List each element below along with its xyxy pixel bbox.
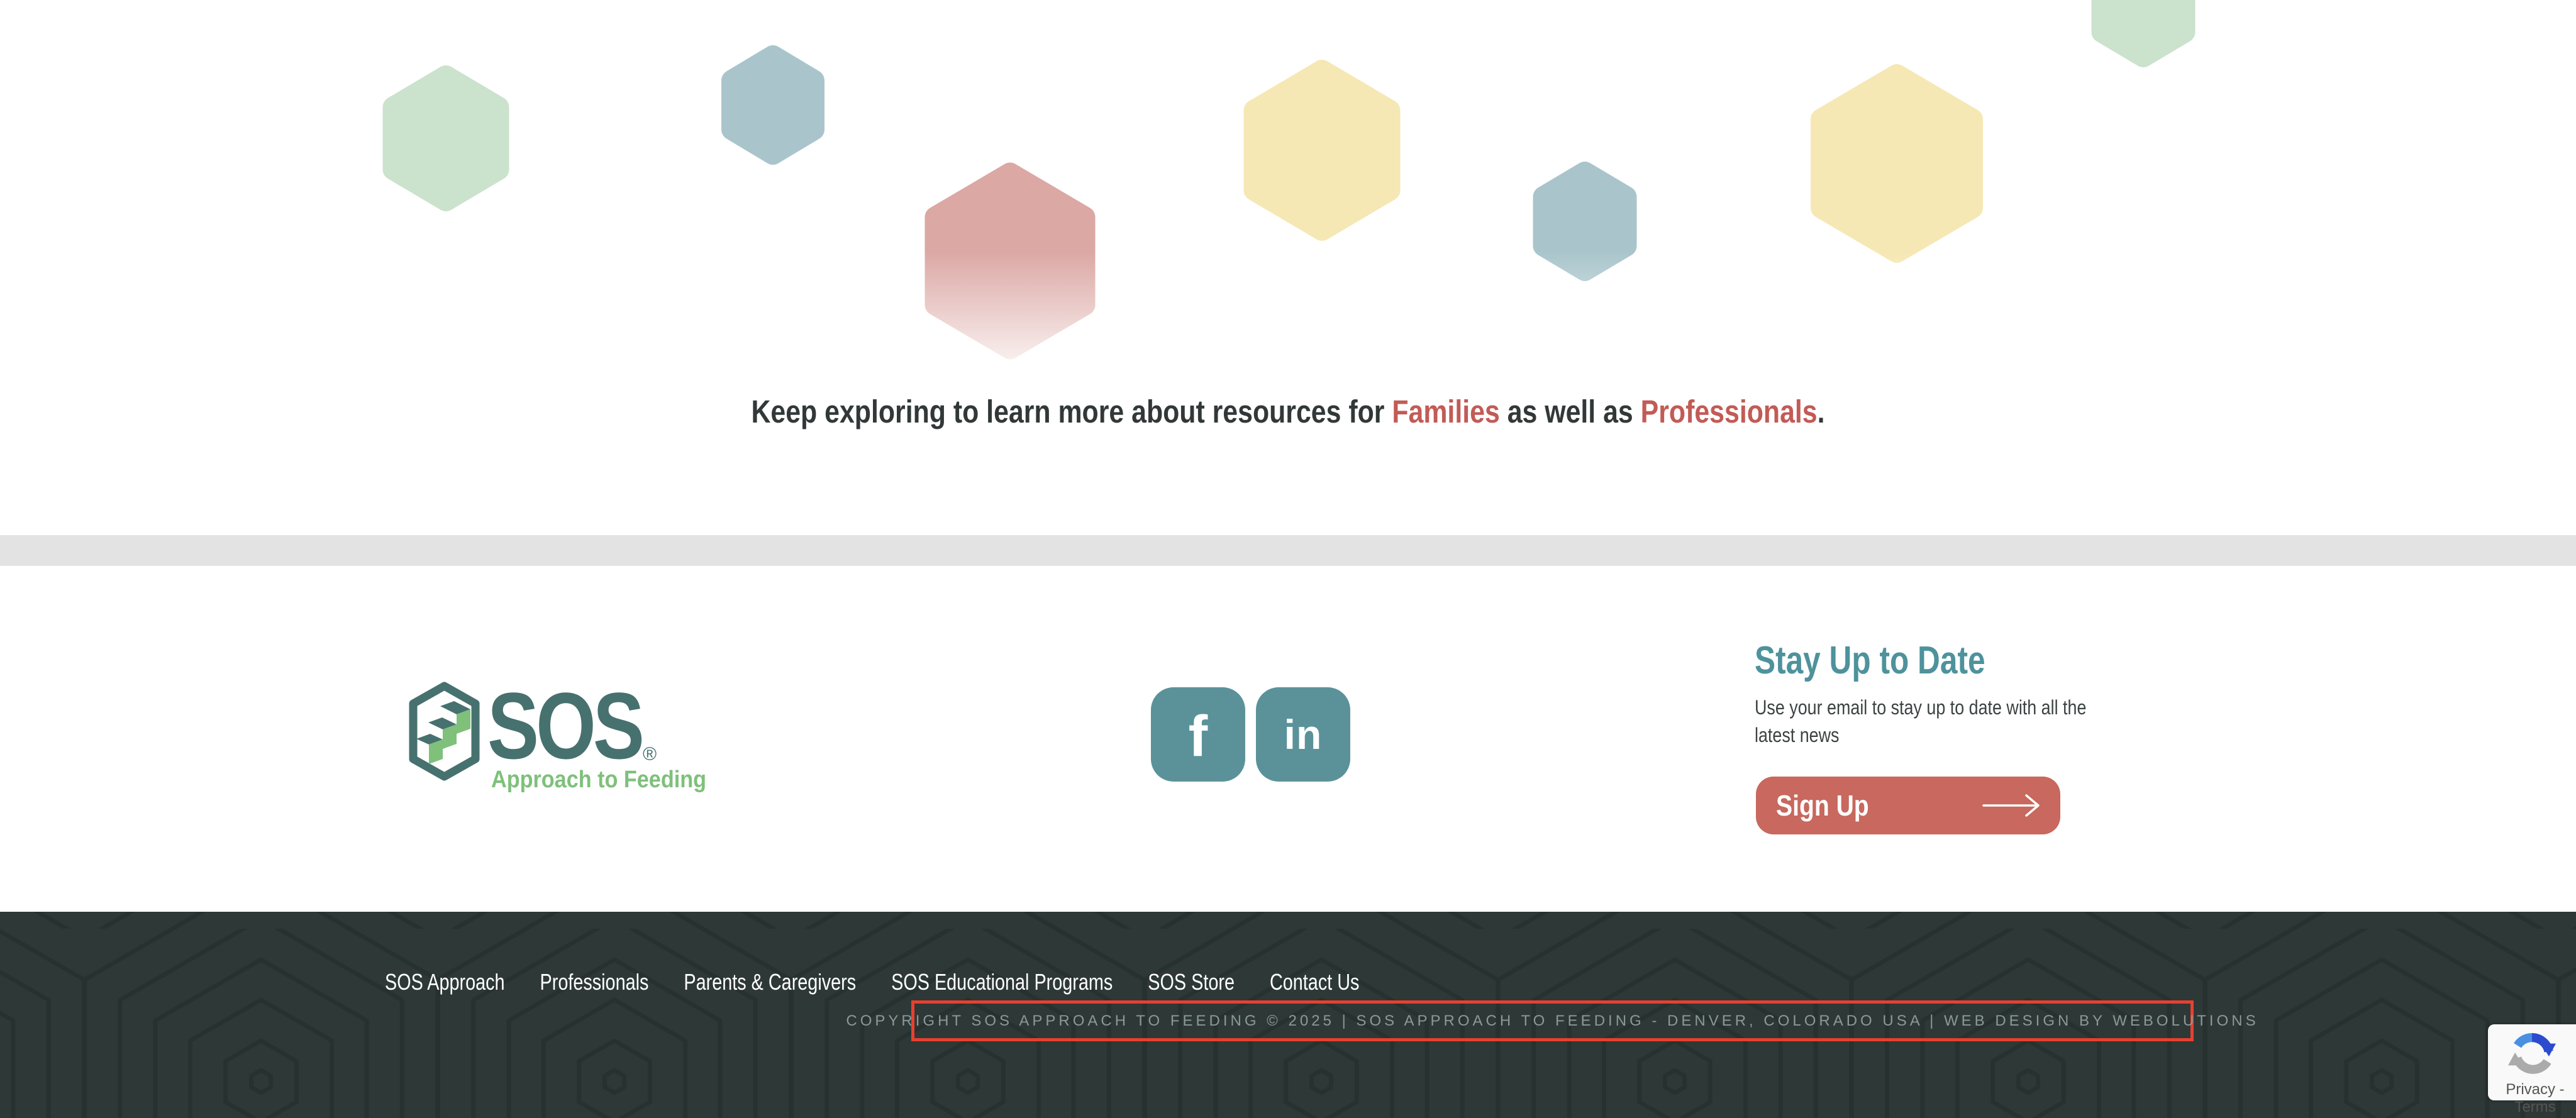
hero-message-middle: as well as bbox=[1500, 394, 1641, 429]
hero-section: Keep exploring to learn more about resou… bbox=[0, 0, 2576, 535]
recaptcha-icon bbox=[2508, 1031, 2556, 1078]
copyright-highlight-box: COPYRIGHT SOS APPROACH TO FEEDING © 2025… bbox=[911, 1000, 2194, 1041]
footer-link-sos-store[interactable]: SOS Store bbox=[1148, 969, 1235, 995]
linkedin-icon: in bbox=[1284, 714, 1323, 755]
footer-nav: SOS Approach Professionals Parents & Car… bbox=[385, 969, 1359, 995]
facebook-icon: f bbox=[1189, 707, 1208, 765]
newsletter-section: Stay Up to Date Use your email to stay u… bbox=[1755, 641, 2233, 680]
hero-message-prefix: Keep exploring to learn more about resou… bbox=[751, 394, 1392, 429]
social-links: f in bbox=[1151, 687, 1350, 782]
section-divider bbox=[0, 535, 2576, 566]
recaptcha-privacy-terms[interactable]: Privacy - Terms bbox=[2493, 1081, 2576, 1116]
linkedin-button[interactable]: in bbox=[1256, 687, 1350, 782]
footer-link-professionals[interactable]: Professionals bbox=[540, 969, 649, 995]
hero-fade-overlay bbox=[0, 252, 2576, 409]
footer-link-contact-us[interactable]: Contact Us bbox=[1270, 969, 1359, 995]
footer-link-parents-caregivers[interactable]: Parents & Caregivers bbox=[684, 969, 856, 995]
sos-logo-hexagon-icon bbox=[406, 681, 483, 782]
page: Keep exploring to learn more about resou… bbox=[0, 0, 2576, 1118]
facebook-button[interactable]: f bbox=[1151, 687, 1245, 782]
newsletter-heading: Stay Up to Date bbox=[1755, 641, 2137, 680]
sign-up-label: Sign Up bbox=[1776, 789, 1869, 822]
hero-message-suffix: . bbox=[1818, 394, 1825, 429]
newsletter-description: Use your email to stay up to date with a… bbox=[1755, 694, 2209, 749]
sign-up-button[interactable]: Sign Up bbox=[1756, 777, 2060, 834]
arrow-right-icon bbox=[1980, 793, 2043, 818]
recaptcha-badge[interactable]: Privacy - Terms bbox=[2488, 1024, 2576, 1100]
professionals-link[interactable]: Professionals bbox=[1641, 394, 1818, 429]
footer-link-educational-programs[interactable]: SOS Educational Programs bbox=[891, 969, 1113, 995]
footer-link-sos-approach[interactable]: SOS Approach bbox=[385, 969, 505, 995]
sos-logo[interactable]: SOS ® Approach to Feeding bbox=[406, 681, 758, 813]
copyright-text: COPYRIGHT SOS APPROACH TO FEEDING © 2025… bbox=[846, 1012, 2258, 1030]
sos-logo-text: SOS bbox=[487, 678, 641, 773]
footer-dark: SOS Approach Professionals Parents & Car… bbox=[0, 912, 2576, 1118]
families-link[interactable]: Families bbox=[1392, 394, 1499, 429]
footer-main: SOS ® Approach to Feeding f in Stay Up t… bbox=[0, 566, 2576, 912]
sos-logo-tagline: Approach to Feeding bbox=[491, 767, 706, 794]
registered-trademark: ® bbox=[643, 744, 657, 765]
hero-message: Keep exploring to learn more about resou… bbox=[206, 394, 2370, 431]
